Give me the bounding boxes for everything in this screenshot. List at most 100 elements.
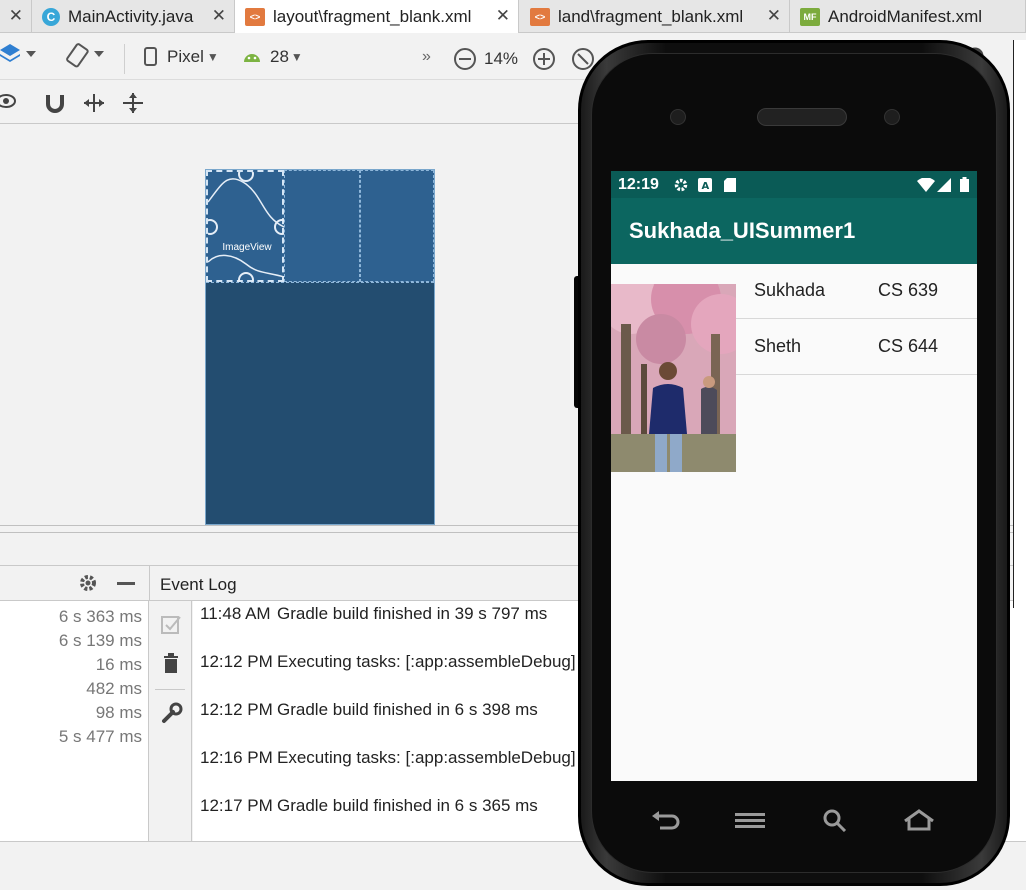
row-course: CS 639 <box>878 280 939 300</box>
design-toolbar: Pixel ▼ 28 ▼ » 14% <box>0 34 660 80</box>
autoconnect-button[interactable] <box>44 92 66 114</box>
wifi-icon <box>917 178 935 192</box>
search-hardware-button[interactable] <box>822 808 848 837</box>
settings-gear-icon <box>674 178 688 192</box>
wrench-icon <box>162 702 183 723</box>
log-time: 12:12 PM <box>200 652 273 671</box>
tab-layout-fragment-blank[interactable]: <> layout\fragment_blank.xml ✕ <box>235 0 519 33</box>
clear-log-button[interactable] <box>162 653 180 680</box>
home-icon <box>904 809 934 831</box>
signal-icon <box>937 178 951 192</box>
log-time: 11:48 AM <box>200 604 271 623</box>
emulator-screen[interactable]: 12:19 A Sukhada_UISummer1 Sukhada CS 639… <box>611 171 977 781</box>
profile-photo <box>611 284 736 472</box>
close-icon[interactable]: ✕ <box>496 6 510 26</box>
zoom-level: 14% <box>484 49 519 68</box>
orientation-dropdown[interactable] <box>66 42 108 68</box>
layers-icon <box>0 44 36 62</box>
row-name: Sukhada <box>754 280 826 300</box>
minimize-icon[interactable] <box>117 582 135 585</box>
view-options-button[interactable] <box>0 92 20 110</box>
log-message: Gradle build finished in 6 s 365 ms <box>277 796 538 815</box>
close-icon[interactable]: ✕ <box>767 6 781 26</box>
tab-overflow[interactable]: ✕ <box>0 0 32 33</box>
home-button[interactable] <box>903 808 935 837</box>
imageview-label: ImageView <box>222 242 272 253</box>
zoom-in-icon <box>533 48 555 70</box>
log-entry: 11:48 AM Gradle build finished in 39 s 79… <box>200 604 547 624</box>
tab-label: MainActivity.java <box>68 6 194 26</box>
front-camera-icon <box>884 109 900 125</box>
magnet-icon <box>46 95 64 113</box>
app-title: Sukhada_UISummer1 <box>629 218 856 243</box>
close-icon[interactable]: ✕ <box>9 6 23 26</box>
log-entry: 12:12 PM Executing tasks: [:app:assembleD… <box>200 652 576 672</box>
back-arrow-icon <box>652 811 680 830</box>
person-photo-image <box>611 284 736 472</box>
tab-android-manifest[interactable]: MF AndroidManifest.xml <box>790 0 1026 33</box>
java-class-icon: C <box>42 7 60 26</box>
xml-layout-icon: <> <box>245 7 265 26</box>
constraint-toolbar <box>0 80 660 124</box>
log-time: 12:12 PM <box>200 700 273 719</box>
tab-main-activity[interactable]: C MainActivity.java ✕ <box>32 0 235 33</box>
log-message: Gradle build finished in 39 s 797 ms <box>277 604 548 623</box>
android-icon <box>244 54 260 62</box>
tab-land-fragment-blank[interactable]: <> land\fragment_blank.xml ✕ <box>520 0 790 33</box>
android-status-bar: 12:19 A <box>611 171 977 198</box>
xml-layout-icon: <> <box>530 7 550 26</box>
earpiece <box>757 108 847 126</box>
header-divider <box>149 566 150 601</box>
imageview-selected[interactable]: ImageView <box>206 170 284 282</box>
android-studio-window: ✕ C MainActivity.java ✕ <> layout\fragme… <box>0 0 1026 890</box>
svg-text:A: A <box>702 181 710 192</box>
overflow-chevron-icon[interactable]: » <box>422 48 431 66</box>
app-toolbar: Sukhada_UISummer1 <box>611 198 977 264</box>
device-label: Pixel <box>167 47 204 66</box>
close-icon[interactable]: ✕ <box>212 6 226 26</box>
device-dropdown[interactable]: Pixel ▼ <box>143 47 219 67</box>
sd-card-icon <box>724 178 736 192</box>
layers-dropdown[interactable] <box>0 42 36 68</box>
back-button[interactable] <box>650 808 680 837</box>
search-icon <box>823 809 847 833</box>
gear-icon <box>80 575 96 591</box>
log-settings-button[interactable] <box>161 702 183 729</box>
expand-horizontal-button[interactable] <box>82 92 106 114</box>
duration-item: 5 s 477 ms <box>58 727 142 746</box>
status-time: 12:19 <box>618 176 659 193</box>
toolbar-separator <box>124 44 125 74</box>
rotate-device-icon <box>66 43 104 68</box>
blueprint-cell[interactable] <box>284 170 360 282</box>
tools-divider <box>155 689 185 690</box>
blueprint-cell[interactable] <box>360 170 434 282</box>
duration-item: 98 ms <box>95 703 142 722</box>
list-item[interactable]: Sheth CS 644 <box>736 319 977 375</box>
battery-icon <box>960 177 969 192</box>
mark-all-read-button[interactable] <box>161 614 181 639</box>
settings-button[interactable] <box>78 573 98 598</box>
event-log-tools <box>149 601 192 841</box>
event-log-title: Event Log <box>160 575 237 594</box>
log-message: Executing tasks: [:app:assembleDebug] <box>277 748 576 767</box>
duration-item: 16 ms <box>95 655 142 674</box>
build-durations-panel: 6 s 363 ms 6 s 139 ms 16 ms 482 ms 98 ms… <box>0 601 149 841</box>
phone-icon <box>144 47 157 66</box>
row-name: Sheth <box>754 336 802 356</box>
menu-button[interactable] <box>735 808 765 837</box>
manifest-icon: MF <box>800 7 820 26</box>
list-item[interactable]: Sukhada CS 639 <box>736 263 977 319</box>
ide-right-panel <box>1013 40 1026 608</box>
api-dropdown[interactable]: 28 ▼ <box>242 47 303 67</box>
image-placeholder-icon <box>208 172 284 282</box>
blueprint-preview[interactable]: ImageView <box>205 169 435 525</box>
log-message: Executing tasks: [:app:assembleDebug] <box>277 652 576 671</box>
zoom-out-button[interactable] <box>453 47 477 71</box>
zoom-in-button[interactable] <box>532 47 556 71</box>
row-course: CS 644 <box>878 336 939 356</box>
menu-icon <box>735 813 765 828</box>
expand-vertical-button[interactable] <box>121 92 145 114</box>
blueprint-lower-area[interactable] <box>206 282 434 524</box>
log-entry: 12:12 PM Gradle build finished in 6 s 398… <box>200 700 538 720</box>
checkbox-check-icon <box>161 616 181 634</box>
